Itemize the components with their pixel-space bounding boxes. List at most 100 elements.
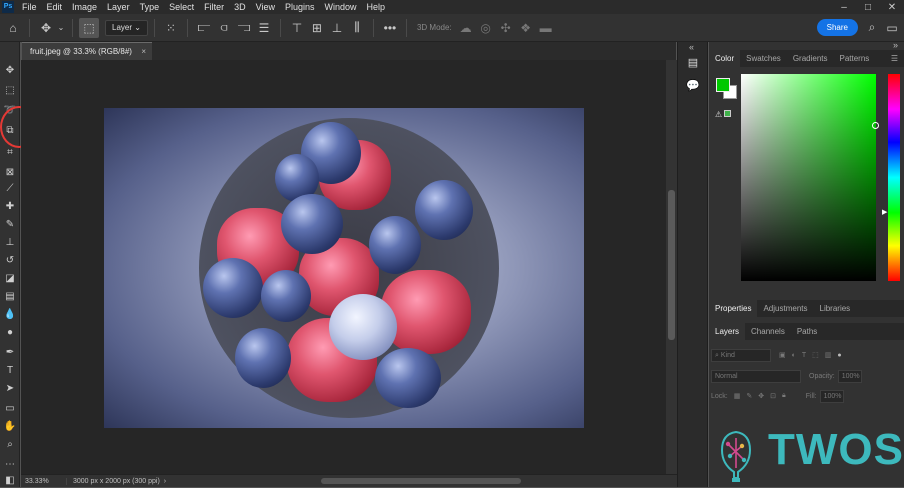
menu-plugins[interactable]: Plugins bbox=[280, 0, 320, 14]
dodge-tool-icon[interactable]: ● bbox=[1, 324, 19, 340]
clone-stamp-tool-icon[interactable]: ⊥ bbox=[1, 234, 19, 250]
move-tool-icon[interactable]: ✥ bbox=[36, 18, 56, 38]
menu-help[interactable]: Help bbox=[362, 0, 391, 14]
close-window-button[interactable]: ✕ bbox=[880, 2, 904, 13]
eraser-tool-icon[interactable]: ◪ bbox=[1, 270, 19, 286]
gradient-tool-icon[interactable]: ▤ bbox=[1, 288, 19, 304]
align-top-icon[interactable]: ⊤ bbox=[287, 18, 307, 38]
menu-window[interactable]: Window bbox=[320, 0, 362, 14]
home-icon[interactable]: ⌂ bbox=[3, 18, 23, 38]
lock-position-icon[interactable]: ✥ bbox=[758, 392, 764, 400]
zoom-tool-icon[interactable]: ⌕ bbox=[1, 436, 19, 452]
align-left-icon[interactable]: ⫍ bbox=[194, 18, 214, 38]
filter-pixel-icon[interactable]: ▣ bbox=[779, 351, 786, 359]
opacity-input[interactable]: 100% bbox=[837, 369, 862, 383]
tab-libraries[interactable]: Libraries bbox=[814, 300, 857, 317]
filter-adjustment-icon[interactable]: ◐ bbox=[792, 352, 796, 359]
move-tool-icon[interactable]: ✥ bbox=[1, 62, 19, 78]
panel-menu-icon[interactable]: ☰ bbox=[885, 50, 904, 67]
share-button[interactable]: Share bbox=[816, 19, 858, 36]
lock-image-icon[interactable]: ✎ bbox=[746, 392, 752, 400]
tab-color[interactable]: Color bbox=[709, 50, 741, 67]
collapse-panels-icon[interactable]: » bbox=[893, 40, 898, 50]
3d-orbit-icon[interactable]: ☁ bbox=[456, 18, 476, 38]
comments-panel-icon[interactable]: 💬 bbox=[684, 79, 702, 95]
lock-transparent-icon[interactable]: ▦ bbox=[734, 392, 741, 400]
distribute-icon[interactable]: ☰ bbox=[254, 18, 274, 38]
3d-scale-icon[interactable]: ▬ bbox=[536, 18, 556, 38]
more-options-icon[interactable]: ••• bbox=[380, 18, 400, 38]
align-right-icon[interactable]: ⫎ bbox=[234, 18, 254, 38]
menu-3d[interactable]: 3D bbox=[229, 0, 251, 14]
brush-tool-icon[interactable]: ✎ bbox=[1, 216, 19, 232]
close-tab-icon[interactable]: × bbox=[141, 43, 146, 60]
hand-tool-icon[interactable]: ✋ bbox=[1, 418, 19, 434]
filter-type-icon[interactable]: T bbox=[802, 352, 806, 359]
zoom-level[interactable]: 33.33% bbox=[21, 477, 67, 485]
workspace-icon[interactable]: ▭ bbox=[882, 18, 902, 38]
tab-channels[interactable]: Channels bbox=[745, 323, 791, 340]
filter-smart-object-icon[interactable]: ▥ bbox=[825, 351, 832, 359]
path-selection-tool-icon[interactable]: ➤ bbox=[1, 380, 19, 396]
type-tool-icon[interactable]: T bbox=[1, 362, 19, 378]
3d-pan-icon[interactable]: ✣ bbox=[496, 18, 516, 38]
menu-view[interactable]: View bbox=[251, 0, 280, 14]
lock-all-icon[interactable]: 🔒︎ bbox=[782, 392, 786, 400]
filter-shape-icon[interactable]: ⬚ bbox=[812, 351, 819, 359]
document-tab[interactable]: fruit.jpeg @ 33.3% (RGB/8#) × bbox=[22, 42, 152, 60]
auto-select-icon[interactable]: ⬚ bbox=[79, 17, 99, 38]
blur-tool-icon[interactable]: 💧 bbox=[1, 306, 19, 322]
color-picker-cursor[interactable] bbox=[872, 122, 879, 129]
menu-filter[interactable]: Filter bbox=[199, 0, 229, 14]
healing-brush-tool-icon[interactable]: ✚ bbox=[1, 198, 19, 214]
foreground-color-swatch-front[interactable] bbox=[716, 78, 730, 92]
minimize-button[interactable]: – bbox=[832, 2, 856, 13]
maximize-button[interactable]: □ bbox=[856, 2, 880, 13]
lock-artboard-icon[interactable]: ⊡ bbox=[770, 392, 776, 400]
rectangle-tool-icon[interactable]: ▭ bbox=[1, 400, 19, 416]
3d-slide-icon[interactable]: ❖ bbox=[516, 18, 536, 38]
color-picker-field[interactable] bbox=[741, 74, 876, 281]
tab-gradients[interactable]: Gradients bbox=[787, 50, 834, 67]
menu-type[interactable]: Type bbox=[135, 0, 165, 14]
color-swatches-icon[interactable]: ◧ bbox=[1, 472, 19, 488]
menu-edit[interactable]: Edit bbox=[42, 0, 68, 14]
filter-toggle-icon[interactable]: ● bbox=[837, 352, 841, 359]
more-tools-icon[interactable]: ⋯ bbox=[1, 456, 19, 472]
align-center-h-icon[interactable]: ⫏ bbox=[214, 18, 234, 38]
tab-adjustments[interactable]: Adjustments bbox=[757, 300, 813, 317]
history-brush-tool-icon[interactable]: ↺ bbox=[1, 252, 19, 268]
eyedropper-tool-icon[interactable]: ⟋ bbox=[1, 180, 19, 196]
pen-tool-icon[interactable]: ✒ bbox=[1, 344, 19, 360]
align-middle-icon[interactable]: ⊞ bbox=[307, 18, 327, 38]
tab-properties[interactable]: Properties bbox=[709, 300, 758, 317]
hue-slider-pointer-icon[interactable]: ▶ bbox=[882, 208, 887, 216]
marquee-tool-icon[interactable]: ⬚ bbox=[1, 82, 19, 98]
align-bottom-icon[interactable]: ⊥ bbox=[327, 18, 347, 38]
menu-select[interactable]: Select bbox=[164, 0, 199, 14]
3d-roll-icon[interactable]: ◎ bbox=[476, 18, 496, 38]
menu-layer[interactable]: Layer bbox=[102, 0, 135, 14]
menu-file[interactable]: File bbox=[17, 0, 42, 14]
history-panel-icon[interactable]: ▤ bbox=[684, 56, 702, 72]
fill-input[interactable]: 100% bbox=[819, 389, 844, 403]
vertical-scrollbar[interactable] bbox=[666, 60, 677, 474]
layer-filter-dropdown[interactable]: ⌕ Kind bbox=[711, 348, 771, 362]
horizontal-scrollbar[interactable] bbox=[321, 478, 521, 484]
menu-image[interactable]: Image bbox=[67, 0, 102, 14]
status-menu-icon[interactable]: › bbox=[164, 478, 166, 485]
scrollbar-thumb[interactable] bbox=[668, 190, 675, 340]
document-image[interactable] bbox=[104, 108, 584, 428]
auto-select-target-dropdown[interactable]: Layer ⌄ bbox=[105, 19, 148, 36]
frame-tool-icon[interactable]: ⊠ bbox=[1, 164, 19, 180]
expand-panels-icon[interactable]: « bbox=[689, 42, 694, 52]
out-of-gamut-warning-icon[interactable]: ⚠ bbox=[715, 110, 735, 120]
hue-slider[interactable] bbox=[888, 74, 900, 281]
tab-swatches[interactable]: Swatches bbox=[740, 50, 787, 67]
tab-paths[interactable]: Paths bbox=[791, 323, 823, 340]
tab-layers[interactable]: Layers bbox=[709, 323, 746, 340]
tab-patterns[interactable]: Patterns bbox=[834, 50, 876, 67]
distribute-vertical-icon[interactable]: ⫼ bbox=[347, 18, 367, 38]
chevron-down-icon[interactable]: ⌄ bbox=[56, 18, 66, 38]
search-icon[interactable]: ⌕ bbox=[862, 18, 882, 38]
